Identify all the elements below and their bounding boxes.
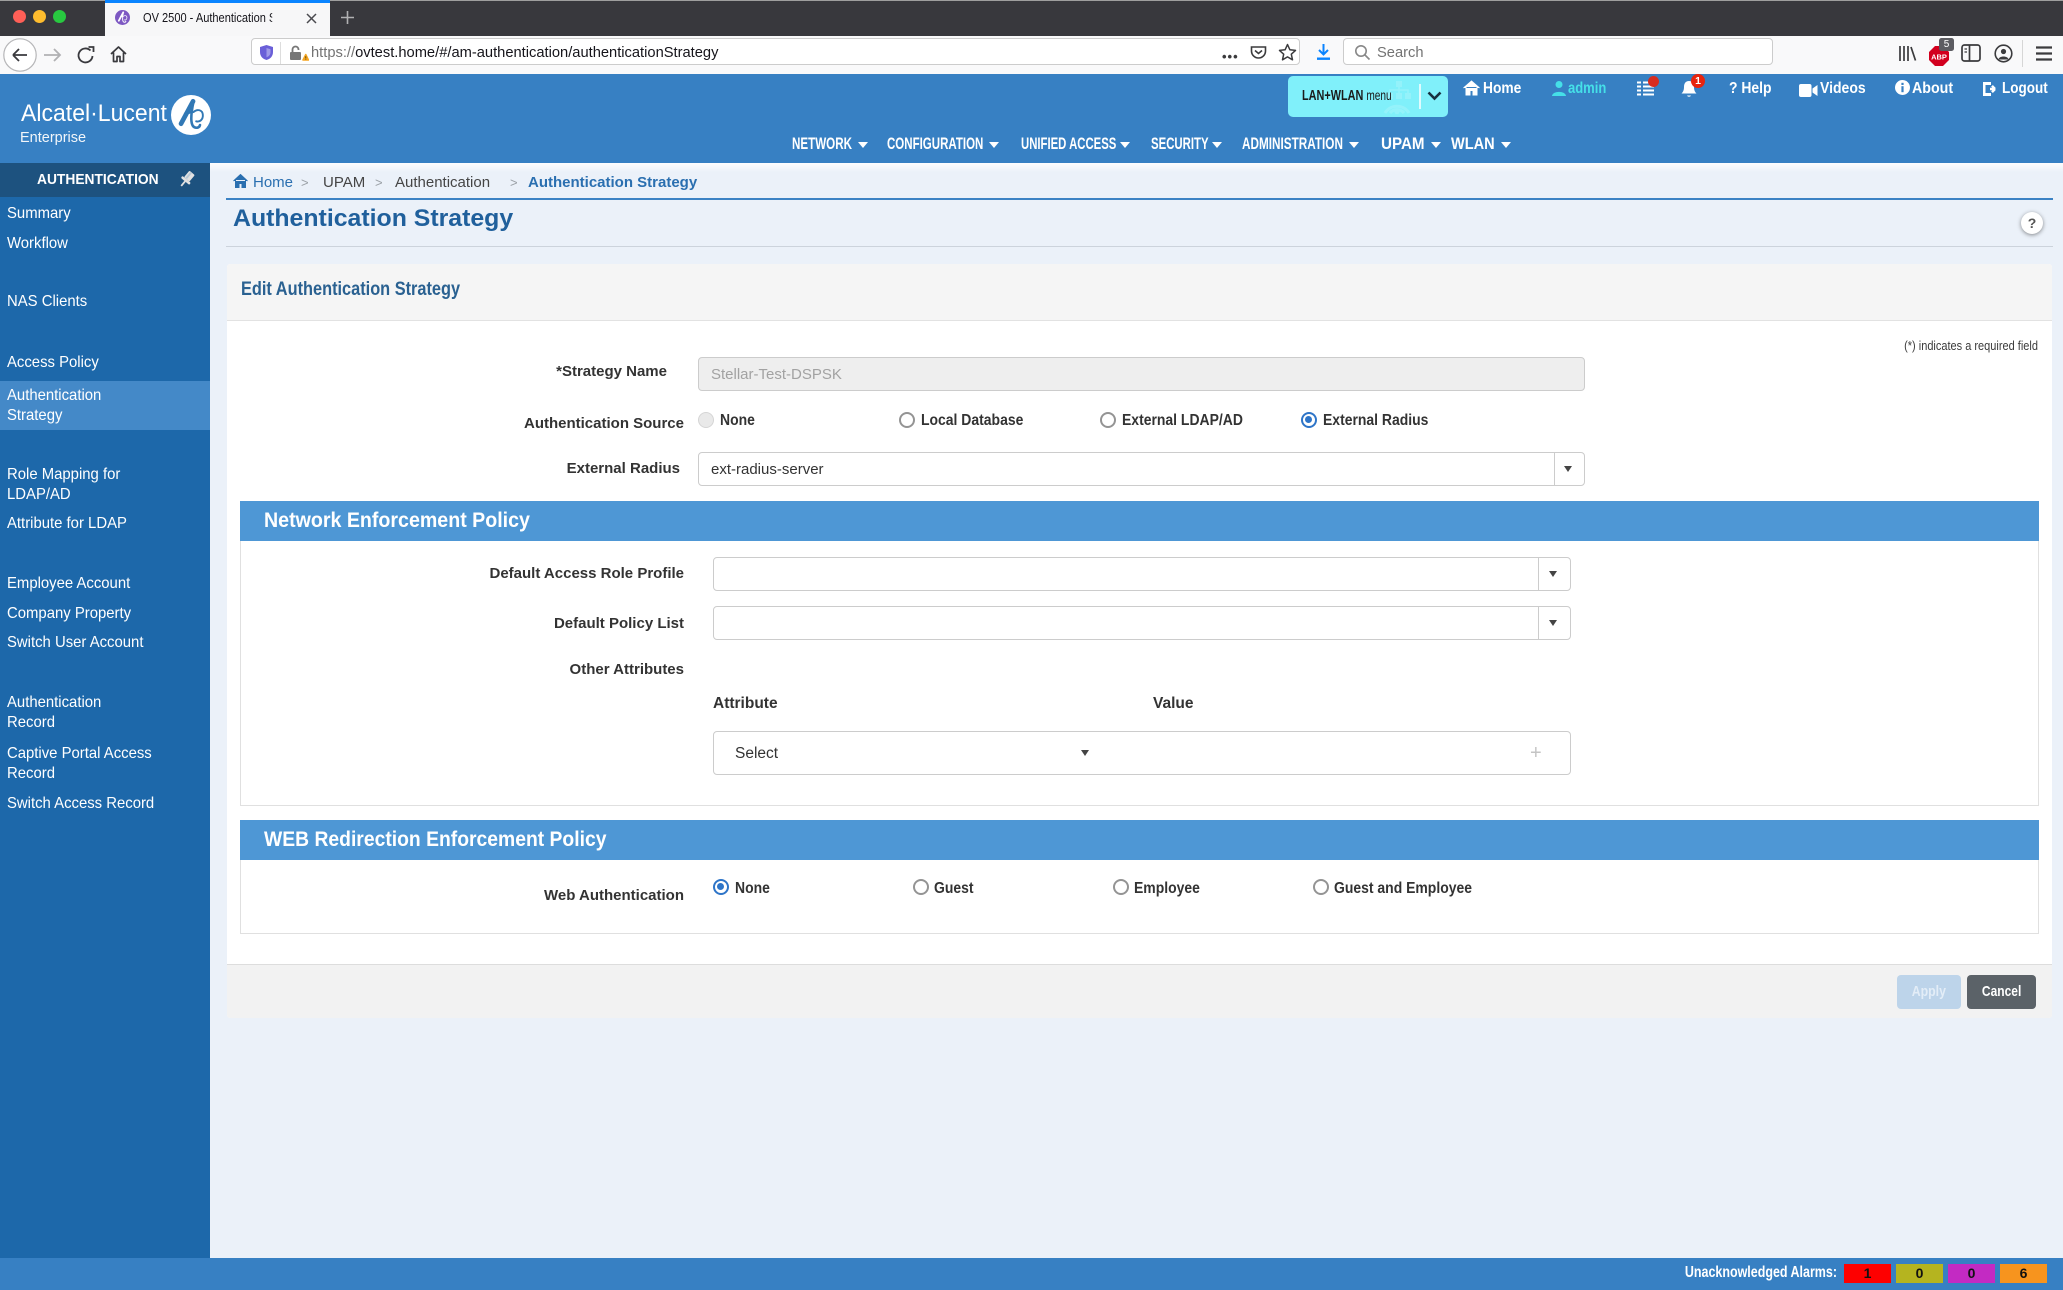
- svg-text:ABP: ABP: [1931, 53, 1947, 62]
